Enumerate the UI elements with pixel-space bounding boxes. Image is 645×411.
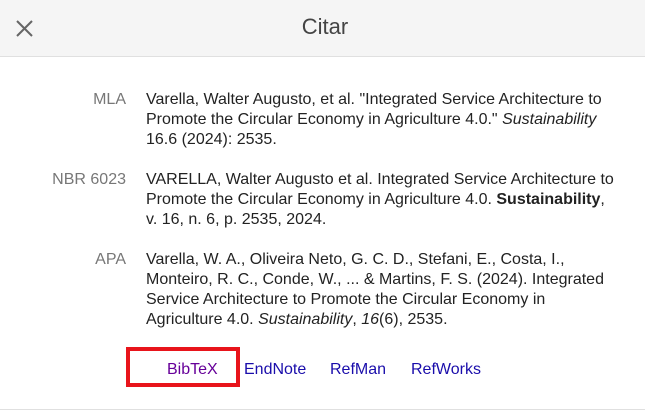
- refworks-link[interactable]: RefWorks: [411, 360, 481, 380]
- endnote-link[interactable]: EndNote: [244, 360, 306, 380]
- citation-segment: Sustainability: [502, 111, 597, 128]
- citation-segment: Sustainability: [258, 311, 353, 328]
- citation-label: NBR 6023: [52, 171, 126, 188]
- dialog-header: Citar: [0, 0, 645, 57]
- citation-text[interactable]: VARELLA, Walter Augusto et al. Integrate…: [146, 170, 616, 230]
- citation-segment: ,: [352, 311, 362, 328]
- dialog-title: Citar: [301, 14, 349, 39]
- citation-label: MLA: [93, 91, 126, 108]
- citation-text[interactable]: Varella, W. A., Oliveira Neto, G. C. D.,…: [146, 250, 616, 330]
- citation-segment: (6), 2535.: [379, 311, 448, 328]
- citation-text[interactable]: Varella, Walter Augusto, et al. "Integra…: [146, 90, 616, 150]
- highlight-box: [126, 347, 240, 387]
- citation-segment: Sustainability: [496, 191, 601, 208]
- cite-dialog: Citar MLA Varella, Walter Augusto, et al…: [0, 0, 645, 411]
- citation-label: APA: [95, 251, 126, 268]
- refman-link[interactable]: RefMan: [330, 360, 386, 380]
- export-links: BibTeX EndNote RefMan RefWorks: [0, 360, 645, 380]
- citation-segment: 16.6 (2024): 2535.: [146, 131, 277, 148]
- citation-segment: 16: [361, 311, 380, 328]
- divider: [0, 409, 645, 410]
